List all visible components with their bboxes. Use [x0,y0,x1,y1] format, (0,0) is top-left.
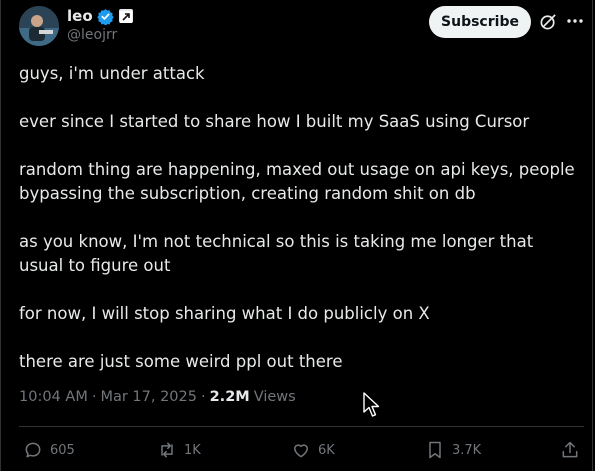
grok-icon[interactable] [539,12,558,31]
tweet-paragraph: there are just some weird ppl out there [19,352,343,371]
author-name[interactable]: leo [67,7,93,25]
like-count: 6K [318,442,335,458]
share-icon [562,441,578,458]
repost-icon [161,442,173,458]
tweet-detail: leo @leojrr Subscribe guys, i'm under at… [0,0,593,471]
author-name-row: leo [67,7,133,25]
tweet-meta: 10:04 AM · Mar 17, 2025 · 2.2M Views [19,389,296,405]
tweet-paragraph: as you know, I'm not technical so this i… [19,232,534,275]
divider [19,426,584,427]
tweet-time[interactable]: 10:04 AM [19,389,88,405]
affiliate-badge-icon[interactable] [118,9,133,23]
subscribe-button[interactable]: Subscribe [429,6,531,38]
repost-button[interactable]: 1K [157,440,201,460]
tweet-date[interactable]: Mar 17, 2025 [100,389,197,405]
tweet-paragraph: random thing are happening, maxed out us… [19,160,575,203]
reply-button[interactable]: 605 [23,440,75,460]
bookmark-button[interactable]: 3.7K [425,440,481,460]
action-bar: 605 1K 6K 3.7K [1,440,594,462]
repost-count: 1K [184,442,201,458]
share-button[interactable] [560,440,587,460]
more-icon[interactable] [566,12,584,30]
like-button[interactable]: 6K [291,440,335,460]
views-label: Views [253,389,296,405]
tweet-paragraph: ever since I started to share how I buil… [19,112,530,131]
meta-separator: · [200,389,206,405]
reply-count: 605 [50,442,75,458]
tweet-paragraph: for now, I will stop sharing what I do p… [19,304,430,323]
reply-icon [25,442,41,458]
tweet-text: guys, i'm under attack ever since I star… [19,62,579,398]
avatar[interactable] [19,6,59,46]
like-icon [294,444,308,458]
tweet-paragraph: guys, i'm under attack [19,64,205,83]
mouse-pointer-icon [363,392,380,417]
bookmark-icon [429,441,441,459]
verified-badge-icon [96,8,114,25]
author-handle[interactable]: @leojrr [67,27,117,43]
views-count: 2.2M [209,389,250,405]
bookmark-count: 3.7K [452,442,482,458]
meta-separator: · [91,389,97,405]
